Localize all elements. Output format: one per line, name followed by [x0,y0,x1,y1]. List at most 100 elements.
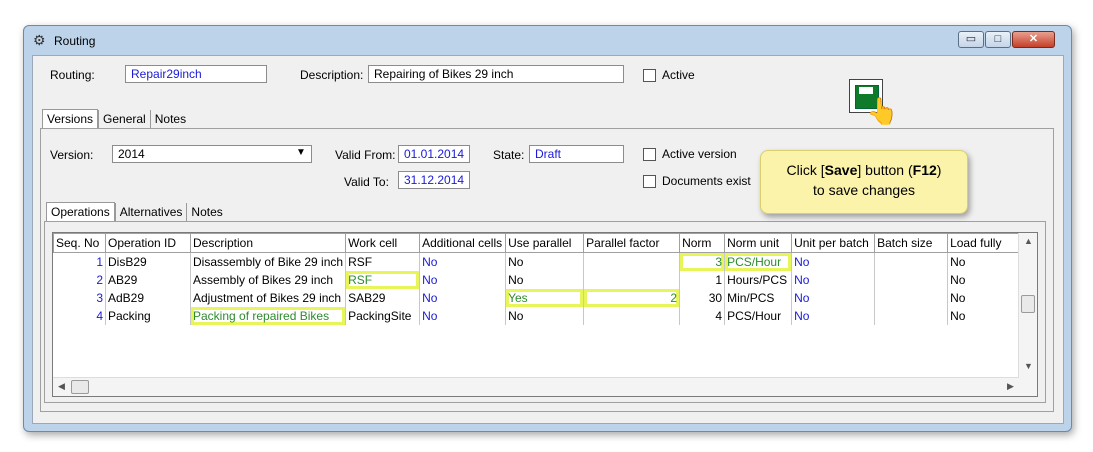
cell-load-fully[interactable]: No [947,289,1021,307]
cell-seq[interactable]: 1 [53,252,106,271]
cell-description[interactable]: Assembly of Bikes 29 inch [190,271,347,289]
cell-use-parallel[interactable]: No [505,252,585,271]
horizontal-scroll-thumb[interactable] [71,380,89,394]
cell-norm[interactable]: 3 [679,252,726,271]
documents-exist-checkbox[interactable] [643,175,656,188]
cell-parallel-factor[interactable] [583,307,681,325]
cell-seq[interactable]: 4 [53,307,106,325]
table-row[interactable]: 4 Packing Packing of repaired Bikes Pack… [53,307,1021,325]
col-header-description[interactable]: Description [189,233,347,253]
cell-work-cell[interactable]: PackingSite [345,307,421,325]
vertical-scrollbar[interactable]: ▲ ▼ [1018,233,1037,396]
cell-norm-unit[interactable]: PCS/Hour [724,307,793,325]
description-field[interactable]: Repairing of Bikes 29 inch [368,65,624,83]
horizontal-scrollbar[interactable]: ◀ ▶ [53,377,1019,396]
cell-norm-unit[interactable]: Hours/PCS [724,271,793,289]
version-dropdown[interactable]: 2014 [112,145,312,163]
cell-unit-per-batch[interactable]: No [791,289,876,307]
table-header-row: Seq. No Operation ID Description Work ce… [53,233,1021,253]
cell-seq[interactable]: 3 [53,289,106,307]
cell-description[interactable]: Adjustment of Bikes 29 inch [190,289,347,307]
cell-batch-size[interactable] [874,252,949,271]
table-row[interactable]: 3 AdB29 Adjustment of Bikes 29 inch SAB2… [53,289,1021,307]
cell-seq[interactable]: 2 [53,271,106,289]
cell-work-cell[interactable]: SAB29 [345,289,421,307]
col-header-additional-cells[interactable]: Additional cells [419,233,507,253]
cell-parallel-factor[interactable] [583,252,681,271]
active-checkbox[interactable] [643,69,656,82]
tab-operations[interactable]: Operations [46,202,115,221]
valid-to-field[interactable]: 31.12.2014 [398,171,470,189]
gear-icon: ⚙ [33,32,46,48]
active-version-checkbox[interactable] [643,148,656,161]
cell-additional-cells[interactable]: No [419,289,507,307]
col-header-seq[interactable]: Seq. No [53,233,106,253]
col-header-batch-size[interactable]: Batch size [874,233,949,253]
cell-additional-cells[interactable]: No [419,307,507,325]
col-header-norm[interactable]: Norm [679,233,726,253]
cell-unit-per-batch[interactable]: No [791,252,876,271]
tab-notes[interactable]: Notes [149,110,190,128]
col-header-norm-unit[interactable]: Norm unit [724,233,793,253]
scroll-up-icon[interactable]: ▲ [1024,236,1033,246]
table-row[interactable]: 2 AB29 Assembly of Bikes 29 inch RSF No … [53,271,1021,289]
cell-work-cell[interactable]: RSF [345,252,421,271]
cell-load-fully[interactable]: No [947,271,1021,289]
col-header-operation-id[interactable]: Operation ID [105,233,191,253]
cell-parallel-factor[interactable]: 2 [583,289,681,307]
floppy-disk-label [859,87,873,94]
cell-load-fully[interactable]: No [947,307,1021,325]
cell-load-fully[interactable]: No [947,252,1021,271]
routing-label: Routing: [50,68,95,82]
cell-use-parallel[interactable]: Yes [505,289,585,307]
tab-versions[interactable]: Versions [42,109,99,128]
cell-work-cell[interactable]: RSF [345,271,421,289]
scroll-left-icon[interactable]: ◀ [58,381,65,392]
cell-use-parallel[interactable]: No [505,271,585,289]
cell-norm-unit[interactable]: Min/PCS [724,289,793,307]
scroll-down-icon[interactable]: ▼ [1024,361,1033,371]
close-button[interactable]: ✕ [1012,31,1055,48]
cell-batch-size[interactable] [874,289,949,307]
cell-description[interactable]: Disassembly of Bike 29 inch [190,252,347,271]
cell-operation-id[interactable]: AdB29 [105,289,191,307]
cell-description[interactable]: Packing of repaired Bikes [190,307,347,325]
cell-norm-unit[interactable]: PCS/Hour [724,252,793,271]
vertical-scroll-thumb[interactable] [1021,295,1035,313]
cell-batch-size[interactable] [874,307,949,325]
valid-to-label: Valid To: [344,175,389,189]
cell-batch-size[interactable] [874,271,949,289]
chevron-down-icon[interactable]: ▼ [296,147,306,158]
routing-field[interactable]: Repair29inch [125,65,267,83]
cell-use-parallel[interactable]: No [505,307,585,325]
cell-norm[interactable]: 1 [679,271,726,289]
maximize-button[interactable]: □ [985,31,1011,48]
minimize-button[interactable]: ▭ [958,31,984,48]
cell-additional-cells[interactable]: No [419,271,507,289]
col-header-work-cell[interactable]: Work cell [345,233,421,253]
cell-norm[interactable]: 4 [679,307,726,325]
cell-operation-id[interactable]: Packing [105,307,191,325]
cell-parallel-factor[interactable] [583,271,681,289]
tab-inner-notes[interactable]: Notes [186,203,226,221]
scroll-right-icon[interactable]: ▶ [1007,381,1014,392]
cell-unit-per-batch[interactable]: No [791,307,876,325]
tab-alternatives[interactable]: Alternatives [114,203,187,221]
callout-text: ) [936,162,942,178]
col-header-use-parallel[interactable]: Use parallel [505,233,585,253]
top-tab-bar: Versions General Notes [42,109,190,128]
cell-operation-id[interactable]: AB29 [105,271,191,289]
active-version-label: Active version [662,147,737,161]
tab-general[interactable]: General [98,110,150,128]
table-row[interactable]: 1 DisB29 Disassembly of Bike 29 inch RSF… [53,252,1021,271]
cell-unit-per-batch[interactable]: No [791,271,876,289]
col-header-load-fully[interactable]: Load fully [947,233,1021,253]
title-bar[interactable]: ⚙ Routing ▭ □ ✕ [24,26,1071,52]
cell-additional-cells[interactable]: No [419,252,507,271]
cell-operation-id[interactable]: DisB29 [105,252,191,271]
cell-norm[interactable]: 30 [679,289,726,307]
col-header-parallel-factor[interactable]: Parallel factor [583,233,681,253]
col-header-unit-per-batch[interactable]: Unit per batch [791,233,876,253]
state-field[interactable]: Draft [529,145,624,163]
valid-from-field[interactable]: 01.01.2014 [398,145,470,163]
